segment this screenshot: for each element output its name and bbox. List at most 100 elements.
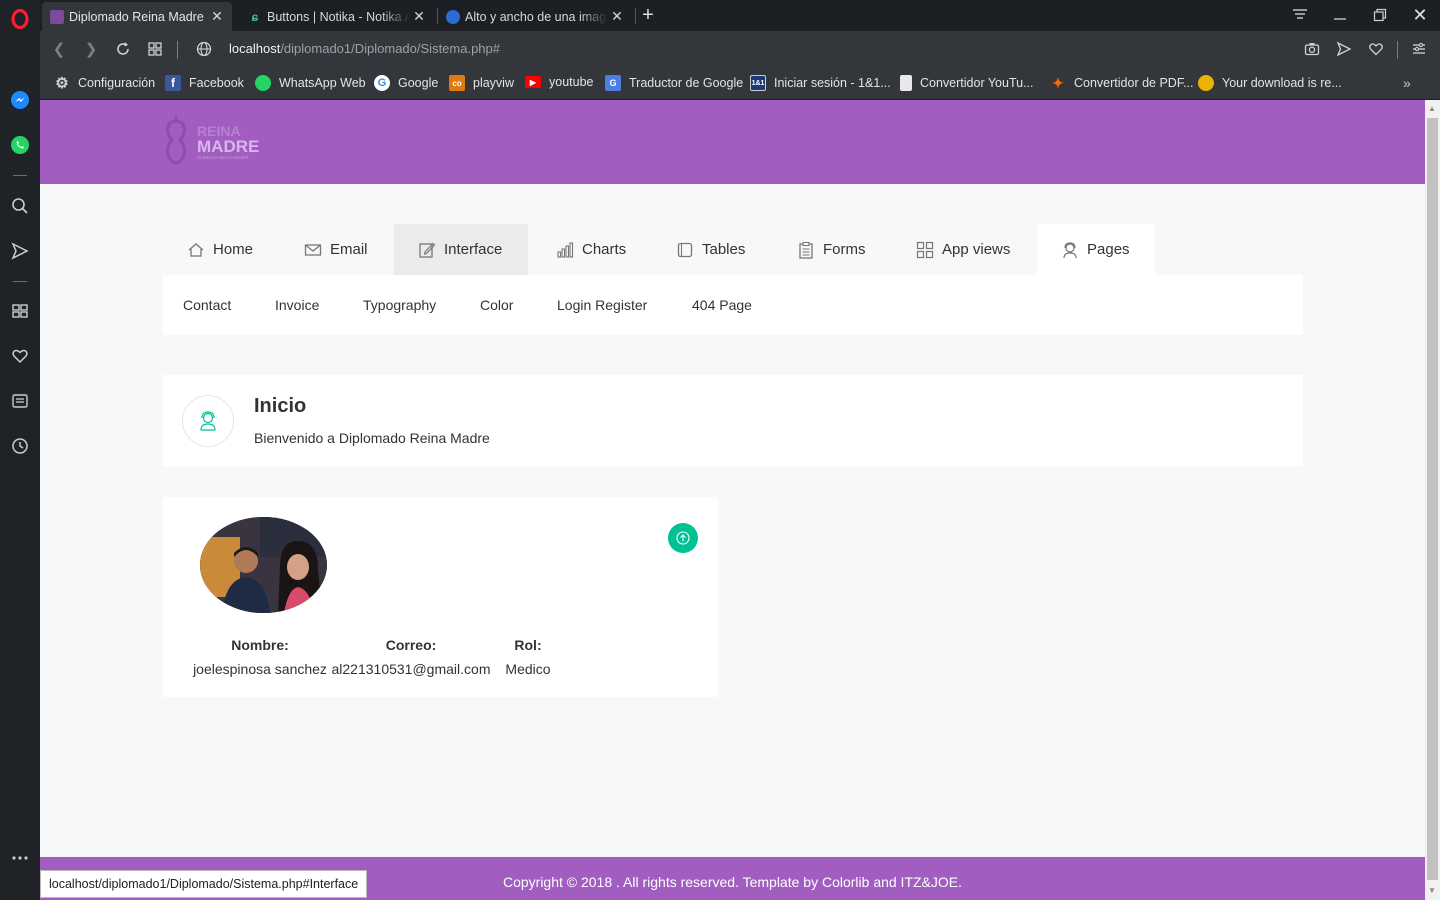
status-bar-url: localhost/diplomado1/Diplomado/Sistema.p… <box>40 870 368 898</box>
support-agent-icon <box>182 395 234 447</box>
site-info-globe-icon[interactable] <box>192 37 216 61</box>
submenu-login-register[interactable]: Login Register <box>557 297 647 313</box>
close-window-icon[interactable]: ✕ <box>1408 3 1432 27</box>
bookmark-playviw[interactable]: co playviw <box>449 75 514 91</box>
search-icon[interactable] <box>8 194 32 218</box>
bookmark-youtube[interactable]: ▶ youtube <box>525 75 593 89</box>
forward-icon[interactable]: ❯ <box>79 37 103 61</box>
main-menu: Home Email Interface Charts Tables Forms <box>163 224 1303 276</box>
menu-tab-tables[interactable]: Tables <box>652 224 762 275</box>
home-icon <box>187 241 205 259</box>
opera-logo-icon[interactable] <box>8 7 32 31</box>
menu-tab-pages[interactable]: Pages <box>1037 224 1155 275</box>
ionos-icon: 1&1 <box>750 75 766 91</box>
tab-title: Alto y ancho de una imagen <box>465 9 608 24</box>
whatsapp-icon[interactable] <box>8 133 32 157</box>
tab-menu-icon[interactable] <box>1288 3 1312 27</box>
tab-title: Diplomado Reina Madre <box>69 9 204 24</box>
send-icon[interactable] <box>8 239 32 263</box>
table-icon <box>676 241 694 259</box>
close-tab-icon[interactable]: ✕ <box>208 8 226 25</box>
correo-field: Correo: al221310531@gmail.com <box>331 637 491 677</box>
tab-alto-ancho[interactable]: Alto y ancho de una imagen ✕ <box>438 2 632 31</box>
edit-icon <box>418 241 436 259</box>
submenu-contact[interactable]: Contact <box>183 297 231 313</box>
breadcrumb: Inicio Bienvenido a Diplomado Reina Madr… <box>163 375 1303 466</box>
notika-favicon-icon: ɕ <box>251 9 259 24</box>
news-icon[interactable] <box>8 389 32 413</box>
close-tab-icon[interactable]: ✕ <box>608 8 626 25</box>
sub-menu: Contact Invoice Typography Color Login R… <box>163 275 1303 335</box>
app-grid-icon <box>916 241 934 259</box>
rol-value: Medico <box>505 661 551 677</box>
close-tab-icon[interactable]: ✕ <box>410 8 428 25</box>
url-field[interactable]: localhost/diplomado1/Diplomado/Sistema.p… <box>229 41 500 56</box>
submenu-typography[interactable]: Typography <box>363 297 436 313</box>
bookmark-convertidor-pdf[interactable]: ✦ Convertidor de PDF... <box>1050 74 1193 91</box>
gear-icon: ⚙ <box>55 75 69 92</box>
menu-tab-interface[interactable]: Interface <box>394 224 528 275</box>
submenu-invoice[interactable]: Invoice <box>275 297 319 313</box>
upload-photo-button[interactable] <box>668 523 698 553</box>
clipboard-icon <box>797 241 815 259</box>
bookmark-your-download[interactable]: Your download is re... <box>1198 75 1342 91</box>
scroll-up-icon[interactable]: ▲ <box>1428 104 1436 113</box>
menu-tab-forms[interactable]: Forms <box>773 224 877 275</box>
more-bookmarks-icon[interactable]: » <box>1403 75 1411 91</box>
browser-sidebar <box>0 0 40 900</box>
download-icon <box>1198 75 1214 91</box>
easy-setup-icon[interactable] <box>1407 37 1431 61</box>
pdf-converter-icon: ✦ <box>1052 74 1064 91</box>
bookmark-convertidor-youtube[interactable]: Convertidor YouTu... <box>900 75 1034 91</box>
whatsapp-icon <box>255 75 271 91</box>
bookmark-heart-icon[interactable] <box>1364 37 1388 61</box>
tab-title: Buttons | Notika - Notika Admin Template <box>267 9 410 24</box>
nombre-label: Nombre: <box>231 637 289 653</box>
bookmark-ionos[interactable]: 1&1 Iniciar sesión - 1&1... <box>750 75 891 91</box>
new-tab-icon[interactable]: + <box>636 3 660 27</box>
translate-icon: G <box>605 75 621 91</box>
menu-tab-app-views[interactable]: App views <box>892 224 1032 275</box>
logo-text-main: MADRE <box>197 137 259 156</box>
menu-tab-charts[interactable]: Charts <box>532 224 636 275</box>
more-icon[interactable] <box>8 846 32 870</box>
submenu-404-page[interactable]: 404 Page <box>692 297 752 313</box>
reload-icon[interactable] <box>111 37 135 61</box>
bookmark-whatsapp[interactable]: WhatsApp Web <box>255 75 366 91</box>
correo-value: al221310531@gmail.com <box>331 661 491 677</box>
bookmark-configuracion[interactable]: ⚙ Configuración <box>54 75 155 92</box>
bookmark-traductor[interactable]: G Traductor de Google <box>605 75 743 91</box>
rol-label: Rol: <box>514 637 542 653</box>
site-header: REINA MADRE CLINICAS DE LA MUJER <box>40 100 1425 184</box>
back-icon[interactable]: ❮ <box>47 37 71 61</box>
envelope-icon <box>304 241 322 259</box>
snapshot-icon[interactable] <box>1300 37 1324 61</box>
tab-grid-icon[interactable] <box>143 37 167 61</box>
send-to-flow-icon[interactable] <box>1332 37 1356 61</box>
scroll-thumb[interactable] <box>1427 118 1438 880</box>
scroll-down-icon[interactable]: ▼ <box>1428 886 1436 895</box>
facebook-icon: f <box>165 75 181 91</box>
support-agent-icon <box>1061 241 1079 259</box>
tab-buttons[interactable]: ɕ Buttons | Notika - Notika Admin Templa… <box>240 2 434 31</box>
nombre-field: Nombre: joelespinosa sanchez <box>183 637 337 677</box>
bookmark-facebook[interactable]: f Facebook <box>165 75 244 91</box>
page-title: Inicio <box>254 395 307 417</box>
history-icon[interactable] <box>8 434 32 458</box>
tab-diplomado[interactable]: Diplomado Reina Madre ✕ <box>42 2 232 31</box>
speed-dial-icon[interactable] <box>8 299 32 323</box>
heart-icon[interactable] <box>8 344 32 368</box>
vertical-scrollbar[interactable]: ▲ ▼ <box>1425 100 1440 900</box>
profile-card: Nombre: joelespinosa sanchez Correo: al2… <box>163 497 718 697</box>
youtube-icon: ▶ <box>525 76 541 88</box>
restore-window-icon[interactable] <box>1368 3 1392 27</box>
menu-tab-email[interactable]: Email <box>280 224 392 275</box>
bookmark-google[interactable]: G Google <box>374 75 438 91</box>
messenger-icon[interactable] <box>8 88 32 112</box>
address-bar: ❮ ❯ localhost/diplomado1/Diplomado/Siste… <box>40 31 1440 68</box>
minimize-window-icon[interactable] <box>1328 3 1352 27</box>
playviw-icon: co <box>449 75 465 91</box>
menu-tab-home[interactable]: Home <box>163 224 275 275</box>
site-logo[interactable]: REINA MADRE CLINICAS DE LA MUJER <box>163 112 273 172</box>
submenu-color[interactable]: Color <box>480 297 513 313</box>
